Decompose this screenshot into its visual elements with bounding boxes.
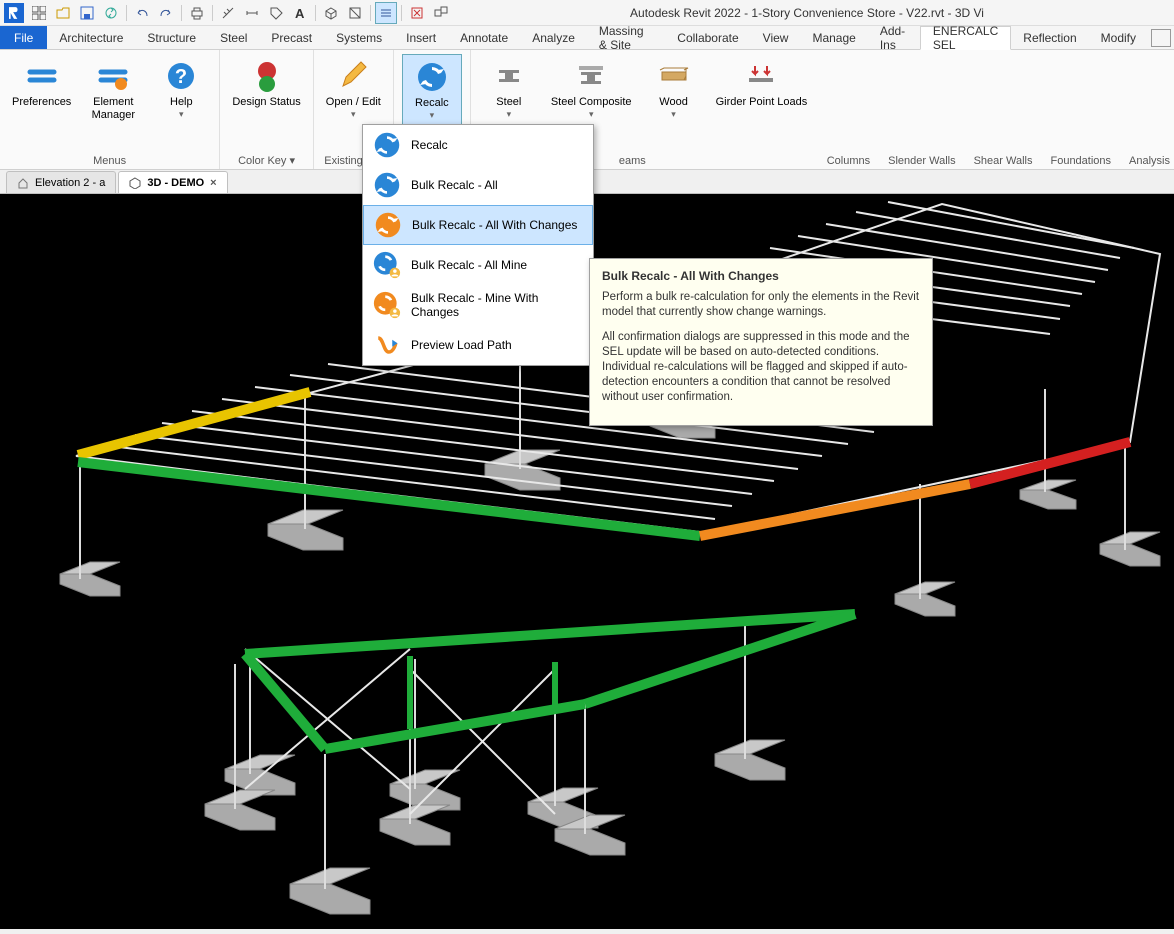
menu-right-controls	[1148, 26, 1174, 49]
tooltip-title: Bulk Recalc - All With Changes	[602, 269, 920, 284]
menu-modify[interactable]: Modify	[1089, 26, 1148, 49]
panel-toggle-icon[interactable]	[1151, 29, 1171, 47]
qat-print-icon[interactable]	[186, 2, 208, 24]
steel-composite-icon	[575, 60, 607, 92]
element-manager-icon	[97, 60, 129, 92]
menu-manage[interactable]: Manage	[800, 26, 867, 49]
home-icon	[17, 177, 29, 189]
window-title: Autodesk Revit 2022 - 1-Story Convenienc…	[630, 6, 984, 20]
menu-bar: File Architecture Structure Steel Precas…	[0, 26, 1174, 50]
load-path-icon	[373, 331, 401, 359]
panel-columns[interactable]: Columns	[827, 155, 870, 167]
svg-text:A: A	[295, 6, 305, 20]
recalc-icon	[373, 171, 401, 199]
dd-bulk-all-changes[interactable]: Bulk Recalc - All With Changes	[363, 205, 593, 245]
recalc-user-icon	[373, 251, 401, 279]
file-menu[interactable]: File	[0, 26, 47, 49]
dd-bulk-mine-changes[interactable]: Bulk Recalc - Mine With Changes	[363, 285, 593, 325]
qat-redo-icon[interactable]	[155, 2, 177, 24]
recalc-icon	[373, 131, 401, 159]
doctab-3d[interactable]: 3D - DEMO ×	[118, 171, 227, 193]
quick-access-toolbar: A	[28, 2, 452, 24]
qat-grid-icon[interactable]	[28, 2, 50, 24]
design-status-icon	[251, 60, 283, 92]
dd-preview-load-path[interactable]: Preview Load Path	[363, 325, 593, 365]
qat-thin-lines-icon[interactable]	[375, 2, 397, 24]
qat-tag-icon[interactable]	[265, 2, 287, 24]
help-button[interactable]: ? Help ▾	[151, 54, 211, 153]
qat-close-hidden-icon[interactable]	[406, 2, 428, 24]
help-icon: ?	[165, 60, 197, 92]
menu-analyze[interactable]: Analyze	[520, 26, 587, 49]
ribbon-panel-labels: Columns Slender Walls Shear Walls Founda…	[827, 155, 1170, 167]
menu-precast[interactable]: Precast	[259, 26, 324, 49]
girder-point-loads-button[interactable]: Girder Point Loads	[712, 54, 812, 153]
menu-reflection[interactable]: Reflection	[1011, 26, 1088, 49]
design-status-button[interactable]: Design Status	[228, 54, 304, 152]
recalc-icon	[416, 61, 448, 93]
dd-recalc[interactable]: Recalc	[363, 125, 593, 165]
panel-shear-walls[interactable]: Shear Walls	[974, 155, 1033, 167]
element-manager-button[interactable]: Element Manager	[83, 54, 143, 153]
qat-sync-icon[interactable]	[100, 2, 122, 24]
qat-dimension-icon[interactable]	[241, 2, 263, 24]
qat-open-icon[interactable]	[52, 2, 74, 24]
svg-text:?: ?	[175, 66, 187, 88]
menu-collaborate[interactable]: Collaborate	[665, 26, 750, 49]
qat-section-icon[interactable]	[344, 2, 366, 24]
preferences-icon	[26, 60, 58, 92]
recalc-dropdown: Recalc Bulk Recalc - All Bulk Recalc - A…	[362, 124, 594, 366]
preferences-button[interactable]: Preferences	[8, 54, 75, 153]
tooltip-p2: All confirmation dialogs are suppressed …	[602, 330, 920, 405]
dd-bulk-all[interactable]: Bulk Recalc - All	[363, 165, 593, 205]
wood-button[interactable]: Wood ▾	[644, 54, 704, 153]
recalc-user-orange-icon	[373, 291, 401, 319]
wood-beam-icon	[658, 60, 690, 92]
qat-switch-icon[interactable]	[430, 2, 452, 24]
menu-architecture[interactable]: Architecture	[47, 26, 135, 49]
steel-beam-icon	[493, 60, 525, 92]
menu-structure[interactable]: Structure	[135, 26, 208, 49]
tooltip-p1: Perform a bulk re-calculation for only t…	[602, 290, 920, 320]
qat-measure-icon[interactable]	[217, 2, 239, 24]
menu-enercalc[interactable]: ENERCALC SEL	[920, 26, 1011, 50]
menu-steel[interactable]: Steel	[208, 26, 259, 49]
menu-view[interactable]: View	[751, 26, 801, 49]
menu-systems[interactable]: Systems	[324, 26, 394, 49]
menu-massing[interactable]: Massing & Site	[587, 26, 665, 49]
tooltip: Bulk Recalc - All With Changes Perform a…	[589, 258, 933, 426]
menu-annotate[interactable]: Annotate	[448, 26, 520, 49]
menu-insert[interactable]: Insert	[394, 26, 448, 49]
qat-undo-icon[interactable]	[131, 2, 153, 24]
revit-logo-icon	[4, 3, 24, 23]
recalc-orange-icon	[374, 211, 402, 239]
girder-loads-icon	[745, 60, 777, 92]
dd-bulk-mine[interactable]: Bulk Recalc - All Mine	[363, 245, 593, 285]
panel-foundations[interactable]: Foundations	[1050, 155, 1111, 167]
pencil-icon	[337, 60, 369, 92]
qat-3d-icon[interactable]	[320, 2, 342, 24]
doctab-elevation[interactable]: Elevation 2 - a	[6, 171, 116, 193]
panel-analysis[interactable]: Analysis	[1129, 155, 1170, 167]
menu-addins[interactable]: Add-Ins	[868, 26, 920, 49]
close-tab-icon[interactable]: ×	[210, 177, 216, 189]
panel-slender-walls[interactable]: Slender Walls	[888, 155, 955, 167]
qat-text-icon[interactable]: A	[289, 2, 311, 24]
cube-icon	[129, 177, 141, 189]
qat-save-icon[interactable]	[76, 2, 98, 24]
ribbon-group-menus: Preferences Element Manager ? Help ▾ Men…	[0, 50, 220, 169]
ribbon-group-colorkey: Design Status Color Key ▾	[220, 50, 313, 169]
title-bar: A Autodesk Revit 2022 - 1-Story Convenie…	[0, 0, 1174, 26]
